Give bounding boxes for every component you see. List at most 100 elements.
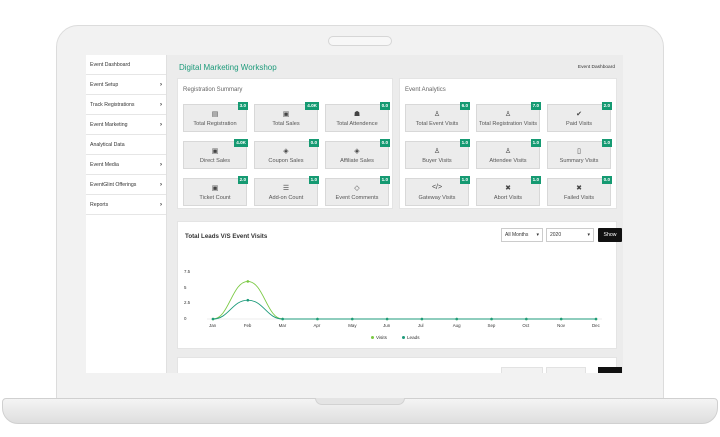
registration_summary-tile[interactable]: ◇ Event Comments 1.0 (325, 176, 390, 206)
sidebar-item-analytical-data[interactable]: Analytical Data (86, 135, 166, 155)
sidebar-item-event-marketing[interactable]: Event Marketing › (86, 115, 166, 135)
visits-swatch (371, 336, 374, 339)
user-icon: ♙ (504, 148, 512, 155)
users-icon: ☗ (353, 111, 361, 118)
count-badge: 0.0 (379, 102, 390, 110)
x-tick-label: Mar (278, 323, 287, 328)
event_analytics-tile[interactable]: ♙ Buyer Visits 1.0 (405, 139, 470, 169)
tile-label: Summary Visits (559, 158, 599, 164)
data-point[interactable] (316, 317, 319, 321)
leads-swatch (402, 336, 405, 339)
sidebar-item-event-setup[interactable]: Event Setup › (86, 75, 166, 95)
breadcrumb[interactable]: Event Dashboard (578, 65, 615, 70)
chevron-right-icon: › (160, 201, 162, 208)
user-icon: ♙ (504, 111, 512, 118)
sidebar-item-eventglint-offerings[interactable]: EventGlint Offerings › (86, 175, 166, 195)
tile-label: Total Event Visits (415, 121, 459, 127)
registration_summary-tile[interactable]: ◈ Affiliate Sales 0.0 (325, 139, 390, 169)
tile-label: Event Comments (335, 195, 379, 201)
registration_summary-tile[interactable]: ▤ Total Registration 3.0 (183, 102, 248, 132)
chevron-right-icon: › (160, 81, 162, 88)
x-tick-label: Jan (209, 323, 217, 328)
registration_summary-tile[interactable]: ☗ Total Attendence 0.0 (325, 102, 390, 132)
leads-visits-chart-panel: Total Leads V/S Event Visits All Months ▾… (177, 221, 622, 349)
check-icon: ✔ (576, 111, 582, 118)
count-badge: 0.0 (379, 139, 390, 147)
event_analytics-tile[interactable]: ✖ Failed Visits 0.0 (547, 176, 612, 206)
x-tick-label: Feb (243, 323, 252, 328)
registration_summary-tile[interactable]: ☰ Add-on Count 1.0 (254, 176, 319, 206)
event_analytics-tile[interactable]: ♙ Attendee Visits 1.0 (476, 139, 541, 169)
data-point[interactable] (594, 317, 598, 321)
chevron-right-icon: › (160, 121, 162, 128)
registration_summary-tile[interactable]: ▣ Direct Sales 4.0K (183, 139, 248, 169)
count-badge: 1.0 (530, 176, 541, 184)
tile-label: Direct Sales (199, 158, 231, 164)
count-badge: 0.0 (308, 139, 319, 147)
count-badge: 1.0 (379, 176, 390, 184)
tile-label: Affiliate Sales (340, 158, 374, 164)
data-point[interactable] (246, 298, 250, 302)
count-badge: 0.0 (601, 176, 612, 184)
x-tick-label: Apr (313, 323, 321, 328)
legend-visits[interactable]: Visits (371, 335, 387, 340)
count-badge: 1.0 (530, 139, 541, 147)
count-badge: 1.0 (459, 176, 470, 184)
data-point[interactable] (211, 317, 215, 321)
series-line-0 (212, 280, 596, 320)
event_analytics-tile[interactable]: ✖ Abort Visits 1.0 (476, 176, 541, 206)
count-badge: 3.0 (237, 102, 248, 110)
count-badge: 7.0 (530, 102, 541, 110)
legend-leads[interactable]: Leads (402, 335, 420, 340)
tile-label: Failed Visits (563, 195, 595, 201)
count-badge: 6.0 (459, 102, 470, 110)
chevron-right-icon: › (160, 101, 162, 108)
tile-label: Coupon Sales (268, 158, 304, 164)
data-point[interactable] (525, 317, 528, 321)
tile-label: Total Attendence (336, 121, 378, 127)
x-tick-label: Nov (557, 323, 565, 328)
user-icon: ♙ (433, 148, 441, 155)
count-badge: 1.0 (601, 139, 612, 147)
tile-label: Attendee Visits (489, 158, 527, 164)
registration_summary-tile[interactable]: ◈ Coupon Sales 0.0 (254, 139, 319, 169)
page-title: Digital Marketing Workshop (179, 63, 277, 72)
count-badge: 2.0 (601, 102, 612, 110)
sidebar-item-track-registrations[interactable]: Track Registrations › (86, 95, 166, 115)
sidebar-item-reports[interactable]: Reports › (86, 195, 166, 215)
data-point[interactable] (455, 317, 459, 321)
event_analytics-tile[interactable]: </> Gateway Visits 1.0 (405, 176, 470, 206)
event_analytics-tile[interactable]: ♙ Total Registration Visits 7.0 (476, 102, 541, 132)
tile-label: Gateway Visits (418, 195, 456, 201)
placeholder-button (598, 367, 622, 373)
sidebar-item-event-media[interactable]: Event Media › (86, 155, 166, 175)
event_analytics-tile[interactable]: ▯ Summary Visits 1.0 (547, 139, 612, 169)
cash-icon: ▣ (211, 148, 219, 155)
chevron-right-icon: › (160, 161, 162, 168)
event-analytics-title: Event Analytics (405, 87, 446, 93)
event_analytics-tile[interactable]: ♙ Total Event Visits 6.0 (405, 102, 470, 132)
data-point[interactable] (350, 317, 354, 321)
data-point[interactable] (420, 317, 424, 321)
tile-label: Ticket Count (199, 195, 231, 201)
document-icon: ▯ (577, 148, 581, 155)
data-point[interactable] (385, 317, 389, 321)
main-content: Digital Marketing Workshop Event Dashboa… (167, 55, 623, 373)
registration_summary-tile[interactable]: ▣ Ticket Count 2.0 (183, 176, 248, 206)
registration_summary-tile[interactable]: ▣ Total Sales 4.0K (254, 102, 319, 132)
event_analytics-tile[interactable]: ✔ Paid Visits 2.0 (547, 102, 612, 132)
webcam (328, 36, 392, 46)
tile-label: Add-on Count (268, 195, 304, 201)
data-point[interactable] (490, 317, 493, 321)
count-badge: 1.0 (308, 176, 319, 184)
chevron-right-icon: › (160, 181, 162, 188)
tile-label: Total Registration Visits (478, 121, 538, 127)
user-icon: ♙ (433, 111, 441, 118)
cash-icon: ▣ (282, 111, 290, 118)
x-tick-label: Sep (487, 323, 496, 328)
data-point[interactable] (246, 280, 250, 283)
data-point[interactable] (281, 317, 284, 321)
sidebar-item-event-dashboard[interactable]: Event Dashboard (86, 55, 166, 75)
event-analytics-panel: Event Analytics ♙ Total Event Visits 6.0 ♙ T… (399, 78, 617, 209)
data-point[interactable] (559, 317, 563, 321)
